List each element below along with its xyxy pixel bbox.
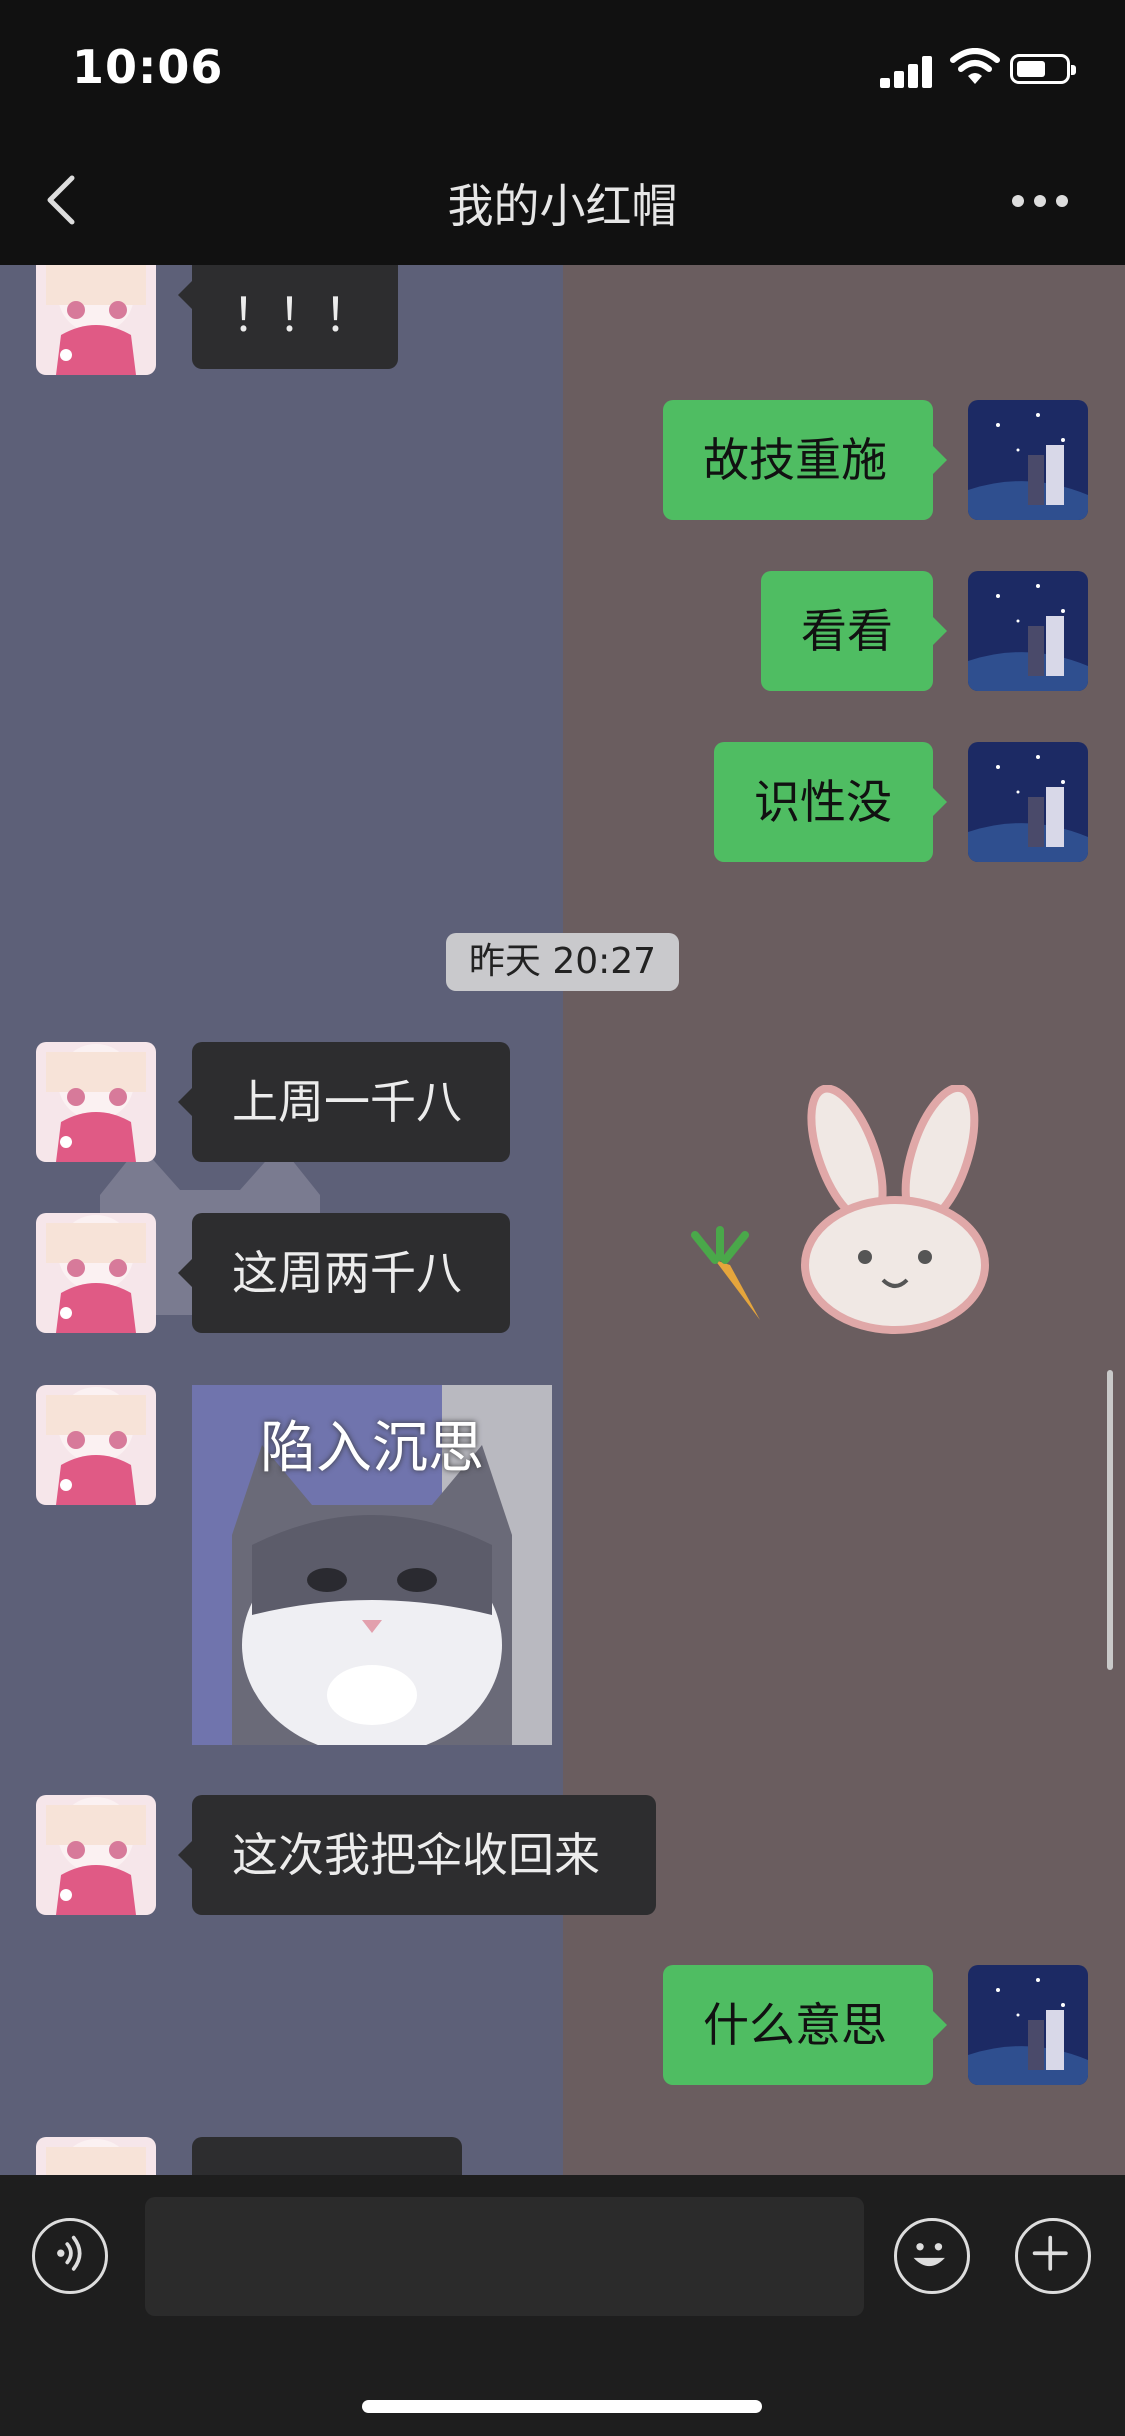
signal-icon bbox=[880, 56, 936, 88]
message-bubble[interactable]: 这周两千八 bbox=[178, 1213, 510, 1333]
message-bubble[interactable]: 上周一千八 bbox=[178, 1042, 510, 1162]
chat-area[interactable]: ！！！ 故技重施 看看 识性没 昨天 20:27 上周一千八 这周两千八 陷入沉… bbox=[0, 265, 1125, 2175]
my-avatar[interactable] bbox=[968, 400, 1088, 520]
message-bubble[interactable]: 识性没 bbox=[714, 742, 947, 862]
message-bubble[interactable]: 故技重施 bbox=[663, 400, 947, 520]
nav-bar: 我的小红帽 bbox=[0, 140, 1125, 265]
status-time: 10:06 bbox=[72, 40, 224, 94]
contact-avatar[interactable] bbox=[36, 1795, 156, 1915]
wifi-icon bbox=[950, 48, 1000, 84]
contact-avatar[interactable] bbox=[36, 2137, 156, 2175]
sticker-image[interactable]: 陷入沉思 bbox=[192, 1385, 552, 1745]
contact-avatar[interactable] bbox=[36, 265, 156, 375]
voice-input-button[interactable] bbox=[32, 2218, 108, 2294]
scroll-indicator[interactable] bbox=[1107, 1370, 1113, 1670]
carrot-decoration bbox=[691, 1226, 760, 1320]
more-functions-button[interactable] bbox=[1015, 2218, 1091, 2294]
contact-avatar[interactable] bbox=[36, 1385, 156, 1505]
status-bar: 10:06 bbox=[0, 0, 1125, 140]
message-bubble[interactable]: 这次我把伞收回来 bbox=[178, 1795, 656, 1915]
emoji-button[interactable] bbox=[894, 2218, 970, 2294]
home-indicator[interactable] bbox=[362, 2400, 762, 2413]
my-avatar[interactable] bbox=[968, 1965, 1088, 2085]
emoji-icon bbox=[913, 2243, 945, 2267]
contact-avatar[interactable] bbox=[36, 1042, 156, 1162]
chat-title: 我的小红帽 bbox=[447, 179, 678, 233]
voice-icon bbox=[57, 2235, 82, 2271]
message-bubble-partial[interactable] bbox=[192, 2137, 462, 2175]
input-bar bbox=[0, 2175, 1125, 2436]
bunny-decoration bbox=[801, 1085, 989, 1334]
battery-icon bbox=[1010, 54, 1076, 84]
message-input[interactable] bbox=[145, 2197, 864, 2316]
plus-icon bbox=[1032, 2235, 1068, 2271]
my-avatar[interactable] bbox=[968, 742, 1088, 862]
my-avatar[interactable] bbox=[968, 571, 1088, 691]
message-bubble[interactable]: 什么意思 bbox=[663, 1965, 947, 2085]
message-bubble[interactable]: 看看 bbox=[761, 571, 947, 691]
contact-avatar[interactable] bbox=[36, 1213, 156, 1333]
more-options-icon[interactable] bbox=[1012, 190, 1072, 210]
message-timestamp: 昨天 20:27 bbox=[446, 933, 679, 991]
message-bubble[interactable]: ！！！ bbox=[178, 265, 398, 369]
sticker-caption: 陷入沉思 bbox=[260, 1416, 484, 1481]
